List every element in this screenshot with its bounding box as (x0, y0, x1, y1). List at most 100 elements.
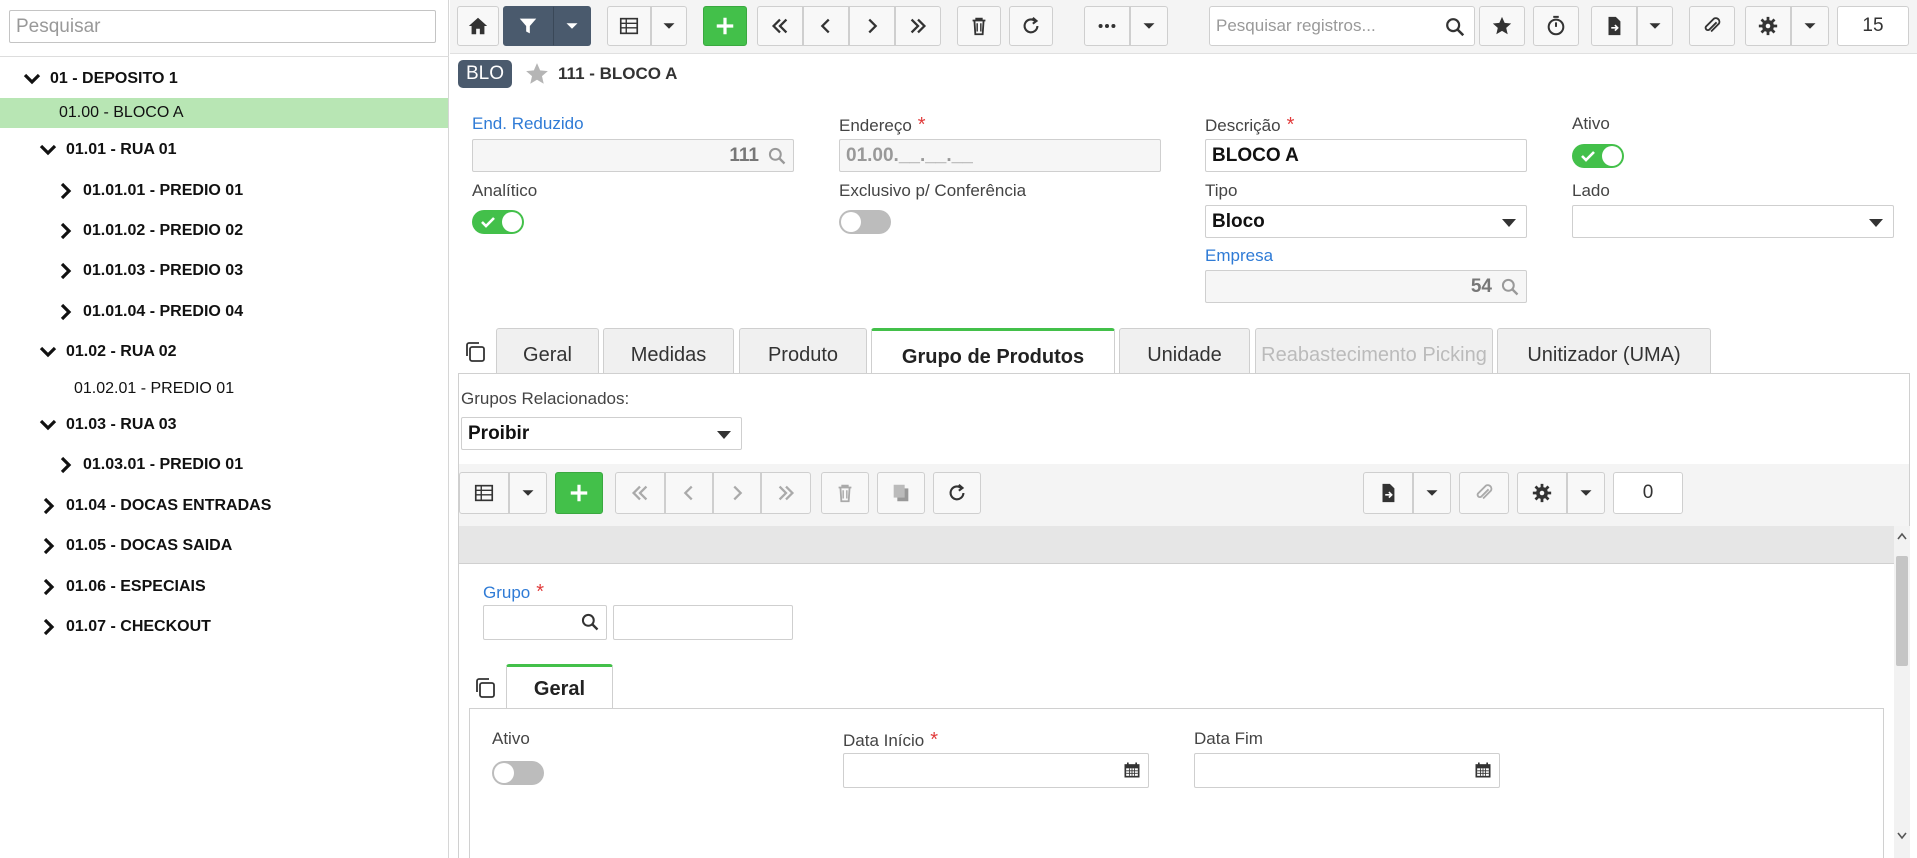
chevron-right-icon[interactable] (55, 455, 75, 475)
first-record-button[interactable] (615, 472, 665, 514)
grid-view-button[interactable] (607, 6, 651, 46)
settings-button[interactable] (1745, 6, 1791, 46)
search-records-input[interactable]: Pesquisar registros... (1209, 6, 1475, 46)
end-reduzido-field[interactable]: 111 (472, 139, 794, 172)
tree-node-docas-entradas[interactable]: 01.04 - DOCAS ENTRADAS (38, 491, 271, 521)
tree-search-input[interactable]: Pesquisar (9, 10, 436, 43)
grupo-label[interactable]: Grupo * (483, 581, 544, 604)
more-options-button[interactable] (1084, 6, 1130, 46)
search-icon[interactable] (767, 146, 787, 166)
grid-view-button[interactable] (459, 472, 509, 514)
analitico-toggle[interactable] (472, 210, 524, 234)
grupo-code-input[interactable] (483, 605, 607, 640)
filter-dropdown-button[interactable] (553, 6, 591, 46)
chevron-down-icon[interactable] (22, 69, 42, 89)
home-button[interactable] (457, 6, 499, 46)
chevron-down-icon[interactable] (38, 140, 58, 160)
settings-dropdown-button[interactable] (1567, 472, 1605, 514)
chevron-right-icon[interactable] (55, 302, 75, 322)
calendar-icon[interactable] (1473, 760, 1493, 780)
tree-node-rua-02[interactable]: 01.02 - RUA 02 (38, 337, 177, 367)
vertical-scrollbar[interactable] (1894, 526, 1910, 858)
scroll-up-icon[interactable] (1897, 532, 1907, 540)
grid-view-dropdown-button[interactable] (651, 6, 687, 46)
tree-node-predio-01-rua-03[interactable]: 01.03.01 - PREDIO 01 (55, 450, 243, 480)
tree-node-predio-01[interactable]: 01.01.01 - PREDIO 01 (55, 176, 243, 206)
previous-record-button[interactable] (803, 6, 849, 46)
refresh-button[interactable] (1009, 6, 1053, 46)
tab-grupo-de-produtos[interactable]: Grupo de Produtos (871, 328, 1115, 375)
first-record-button[interactable] (757, 6, 803, 46)
star-icon[interactable] (524, 61, 550, 87)
exclusivo-toggle[interactable] (839, 210, 891, 234)
tab-medidas[interactable]: Medidas (603, 328, 734, 374)
endereco-field[interactable]: 01.00.__.__.__ (839, 139, 1161, 172)
chevron-right-icon[interactable] (38, 496, 58, 516)
chevron-right-icon[interactable] (38, 577, 58, 597)
export-button[interactable] (1591, 6, 1637, 46)
grupo-description-input[interactable] (613, 605, 793, 640)
tree-node-especiais[interactable]: 01.06 - ESPECIAIS (38, 572, 206, 602)
add-button[interactable] (703, 6, 747, 46)
chevron-right-icon[interactable] (55, 221, 75, 241)
last-record-button[interactable] (761, 472, 811, 514)
delete-button[interactable] (957, 6, 1001, 46)
descricao-field[interactable]: BLOCO A (1205, 139, 1527, 172)
attachment-button[interactable] (1459, 472, 1509, 514)
next-record-button[interactable] (713, 472, 761, 514)
tree-node-rua-01[interactable]: 01.01 - RUA 01 (38, 135, 177, 165)
tree-node-predio-01-rua-02[interactable]: 01.02.01 - PREDIO 01 (74, 374, 234, 404)
settings-dropdown-button[interactable] (1791, 6, 1829, 46)
empresa-field[interactable]: 54 (1205, 270, 1527, 303)
tree-node-predio-03[interactable]: 01.01.03 - PREDIO 03 (55, 256, 243, 286)
ativo-toggle[interactable] (1572, 144, 1624, 168)
tree-node-predio-04[interactable]: 01.01.04 - PREDIO 04 (55, 297, 243, 327)
search-icon[interactable] (580, 612, 600, 632)
tree-node-checkout[interactable]: 01.07 - CHECKOUT (38, 612, 211, 642)
inner-tab-geral[interactable]: Geral (506, 664, 613, 709)
timer-button[interactable] (1533, 6, 1579, 46)
grupos-relacionados-select[interactable]: Proibir (461, 417, 742, 450)
calendar-icon[interactable] (1122, 760, 1142, 780)
chevron-right-icon[interactable] (38, 536, 58, 556)
favorite-button[interactable] (1479, 6, 1525, 46)
end-reduzido-label[interactable]: End. Reduzido (472, 114, 584, 134)
previous-record-button[interactable] (665, 472, 713, 514)
tab-unitizador-uma[interactable]: Unitizador (UMA) (1497, 328, 1711, 374)
tab-unidade[interactable]: Unidade (1119, 328, 1250, 374)
chevron-right-icon[interactable] (38, 617, 58, 637)
data-inicio-input[interactable] (843, 753, 1149, 788)
tree-node-rua-03[interactable]: 01.03 - RUA 03 (38, 410, 177, 440)
filter-button[interactable] (503, 6, 553, 46)
tree-node-docas-saida[interactable]: 01.05 - DOCAS SAIDA (38, 531, 232, 561)
duplicate-button[interactable] (877, 472, 925, 514)
lado-select[interactable] (1572, 205, 1894, 238)
data-fim-input[interactable] (1194, 753, 1500, 788)
delete-button[interactable] (821, 472, 869, 514)
more-options-dropdown-button[interactable] (1130, 6, 1168, 46)
chevron-down-icon[interactable] (38, 342, 58, 362)
next-record-button[interactable] (849, 6, 895, 46)
add-grupo-button[interactable] (555, 472, 603, 514)
ativo-toggle[interactable] (492, 761, 544, 785)
attachment-button[interactable] (1689, 6, 1735, 46)
chevron-right-icon[interactable] (55, 181, 75, 201)
scroll-down-icon[interactable] (1897, 832, 1907, 840)
tree-node-bloco-a[interactable]: 01.00 - BLOCO A (0, 98, 448, 128)
tab-produto[interactable]: Produto (739, 328, 867, 374)
export-dropdown-button[interactable] (1637, 6, 1673, 46)
tab-geral[interactable]: Geral (496, 328, 599, 374)
chevron-down-icon[interactable] (38, 415, 58, 435)
refresh-button[interactable] (933, 472, 981, 514)
last-record-button[interactable] (895, 6, 941, 46)
search-icon[interactable] (1444, 16, 1466, 38)
export-button[interactable] (1363, 472, 1413, 514)
tree-node-predio-02[interactable]: 01.01.02 - PREDIO 02 (55, 216, 243, 246)
settings-button[interactable] (1517, 472, 1567, 514)
tipo-select[interactable]: Bloco (1205, 205, 1527, 238)
search-icon[interactable] (1500, 277, 1520, 297)
copy-icon[interactable] (473, 676, 497, 700)
export-dropdown-button[interactable] (1413, 472, 1451, 514)
scroll-thumb[interactable] (1896, 556, 1908, 666)
empresa-label[interactable]: Empresa (1205, 246, 1273, 266)
